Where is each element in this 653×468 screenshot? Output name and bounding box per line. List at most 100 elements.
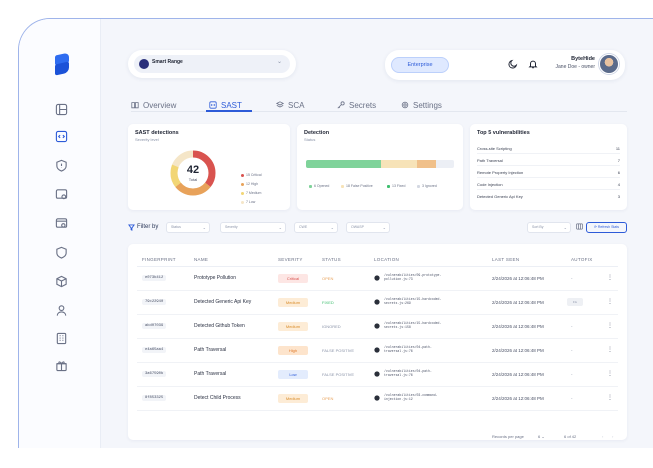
owasp-select[interactable]: OWASP ⌄ xyxy=(346,222,390,233)
project-name: Smart Range xyxy=(152,59,183,65)
sort-select[interactable]: Sort By ⌄ xyxy=(527,222,571,233)
tab-label: Secrets xyxy=(349,100,377,110)
autofix-value: - xyxy=(571,348,573,353)
filter-label: Filter by xyxy=(137,224,159,230)
column-header[interactable]: FINGERPRINT xyxy=(142,257,176,262)
shield-alert-icon[interactable] xyxy=(55,159,68,172)
status-text: IGNORED xyxy=(322,324,341,329)
last-seen: 2/24/2026 at 12:06:48 PM xyxy=(492,396,544,401)
table-row[interactable]: e073b412 Prototype Pollution Critical OP… xyxy=(137,267,618,291)
column-header[interactable]: AUTOFIX xyxy=(571,257,593,262)
total-label: Total xyxy=(188,177,198,182)
findings-table: FINGERPRINT NAME SEVERITY STATUS LOCATIO… xyxy=(128,244,627,440)
location[interactable]: /vulnerabilities/15-hardcoded-secrets.js… xyxy=(384,321,464,329)
column-header[interactable]: SEVERITY xyxy=(278,257,303,262)
location[interactable]: /vulnerabilities/03-command-injection.js… xyxy=(384,393,464,401)
status-stacked-bar xyxy=(306,160,454,168)
list-item[interactable]: Detected Generic Api Key 3 xyxy=(477,191,620,202)
last-seen: 2/24/2026 at 12:06:48 PM xyxy=(492,372,544,377)
list-item[interactable]: Remote Property Injection 6 xyxy=(477,167,620,178)
cwe-select[interactable]: CWE ⌄ xyxy=(294,222,338,233)
row-menu-icon[interactable]: ⋮ xyxy=(607,298,613,305)
tab-label: SAST xyxy=(221,100,242,110)
fingerprint: e073b412 xyxy=(142,275,167,281)
dashboard-icon[interactable] xyxy=(55,103,68,116)
severity-badge: Medium xyxy=(278,322,308,331)
row-menu-icon[interactable]: ⋮ xyxy=(607,274,613,281)
card-title: Detection xyxy=(304,130,330,136)
table-row[interactable]: abd07039 Detected Github Token Medium IG… xyxy=(137,315,618,339)
user-bar: Enterprise ByteHide Jane Doe - owner xyxy=(385,50,625,80)
code-window-icon[interactable] xyxy=(55,130,68,143)
last-seen: 2/24/2026 at 12:06:48 PM xyxy=(492,300,544,305)
total-count: 42 xyxy=(186,164,200,176)
card-title: Top 5 vulnerabilities xyxy=(477,130,530,136)
sidebar xyxy=(19,19,101,448)
package-icon[interactable] xyxy=(55,275,68,288)
list-item[interactable]: Cross-site Scripting 11 xyxy=(477,143,620,154)
autofix-value: - xyxy=(571,276,573,281)
app-window: Smart Range ⌄ Enterprise ByteHide Jane D… xyxy=(18,18,653,448)
bell-icon[interactable] xyxy=(528,59,538,69)
autofix-button[interactable]: Fix xyxy=(567,298,583,306)
active-tab-indicator xyxy=(206,110,252,112)
project-selector[interactable]: Smart Range ⌄ xyxy=(128,50,296,78)
column-header[interactable]: LOCATION xyxy=(374,257,399,262)
severity-select[interactable]: Severity ⌄ xyxy=(220,222,286,233)
theme-toggle-icon[interactable] xyxy=(508,59,518,69)
finding-name: Detected Github Token xyxy=(194,323,245,329)
layers-icon xyxy=(276,101,284,108)
bytehide-logo[interactable] xyxy=(55,52,69,76)
status-select[interactable]: Status ⌄ xyxy=(166,222,210,233)
legend-critical: 15 Critical xyxy=(241,173,262,177)
gear-icon xyxy=(401,101,409,109)
row-menu-icon[interactable]: ⋮ xyxy=(607,370,613,377)
user-icon[interactable] xyxy=(55,304,68,317)
legend-low: 7 Low xyxy=(241,200,255,204)
row-menu-icon[interactable]: ⋮ xyxy=(607,322,613,329)
location[interactable]: /vulnerabilities/04-path-traversal.js:76 xyxy=(384,369,464,377)
prev-page-icon[interactable]: ‹ xyxy=(602,434,603,439)
location[interactable]: /vulnerabilities/04-path-traversal.js:76 xyxy=(384,345,464,353)
records-per-page-select[interactable]: 6 ⌄ xyxy=(538,434,545,439)
legend-opened: 6 Opened xyxy=(309,184,329,188)
severity-badge: Medium xyxy=(278,394,308,403)
column-header[interactable]: STATUS xyxy=(322,257,341,262)
building-icon[interactable] xyxy=(55,332,68,345)
location[interactable]: /vulnerabilities/09-prototype-pollution.… xyxy=(384,273,464,281)
filter-icon xyxy=(128,224,135,231)
legend-fixed: 13 Fixed xyxy=(387,184,405,188)
row-menu-icon[interactable]: ⋮ xyxy=(607,394,613,401)
legend-medium: 7 Medium xyxy=(241,191,261,195)
table-row[interactable]: 79c22940 Detected Generic Api Key Medium… xyxy=(137,291,618,315)
fingerprint: abd07039 xyxy=(142,323,167,329)
github-icon xyxy=(374,323,380,329)
table-row[interactable]: e4a65aa4 Path Traversal High FALSE POSIT… xyxy=(137,339,618,363)
severity-badge: Medium xyxy=(278,298,308,307)
list-item[interactable]: Code Injection 4 xyxy=(477,179,620,190)
plan-badge[interactable]: Enterprise xyxy=(391,57,449,73)
tab-label: SCA xyxy=(288,100,305,110)
row-menu-icon[interactable]: ⋮ xyxy=(607,346,613,353)
next-page-icon[interactable]: › xyxy=(612,434,613,439)
list-item[interactable]: Path Traversal 7 xyxy=(477,155,620,166)
code-window-icon xyxy=(209,101,217,109)
refresh-stats-button[interactable]: ⟳ Refresh Stats xyxy=(586,222,627,233)
browser-bug-icon[interactable] xyxy=(55,217,68,230)
last-seen: 2/24/2026 at 12:06:48 PM xyxy=(492,324,544,329)
fingerprint: 79c22940 xyxy=(142,299,167,305)
location[interactable]: /vulnerabilities/15-hardcoded-secrets.js… xyxy=(384,297,464,305)
main-content: Smart Range ⌄ Enterprise ByteHide Jane D… xyxy=(101,19,653,448)
column-header[interactable]: LAST SEEN xyxy=(492,257,519,262)
browser-settings-icon[interactable] xyxy=(55,188,68,201)
table-row[interactable]: 3a67590b Path Traversal Low FALSE POSITI… xyxy=(137,363,618,387)
columns-icon[interactable] xyxy=(576,223,583,230)
shield-icon[interactable] xyxy=(55,246,68,259)
column-header[interactable]: NAME xyxy=(194,257,208,262)
autofix-value: - xyxy=(571,324,573,329)
table-row[interactable]: 8f853325 Detect Child Process Medium OPE… xyxy=(137,387,618,411)
sast-detections-card: SAST detections Severity level 42 Total … xyxy=(128,124,290,210)
gift-icon[interactable] xyxy=(55,359,68,372)
page-range: 6 of 42 xyxy=(564,434,577,439)
avatar[interactable] xyxy=(599,54,619,74)
